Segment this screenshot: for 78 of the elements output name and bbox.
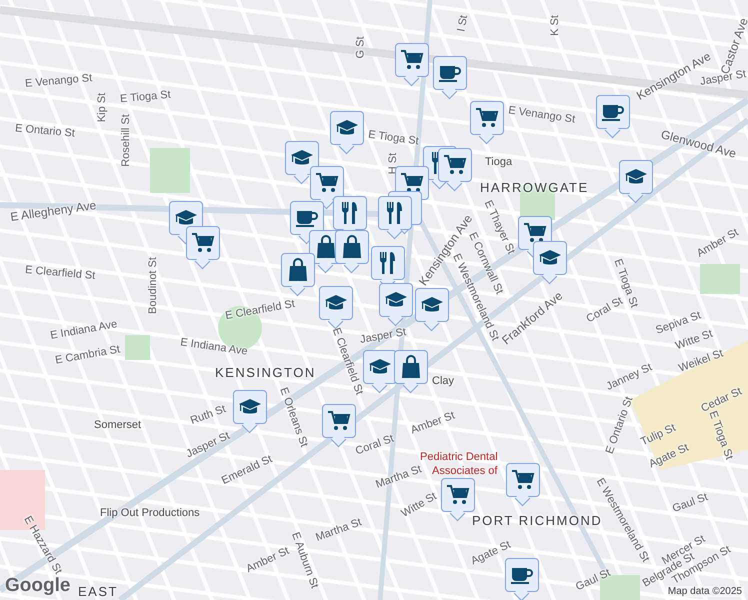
shopping-cart-icon bbox=[315, 172, 339, 194]
map-attribution: Map data ©2025 bbox=[666, 586, 744, 597]
street-label: Amber St bbox=[410, 410, 456, 436]
shopping-cart-icon bbox=[400, 172, 424, 194]
street-label: Jasper St bbox=[359, 327, 408, 346]
graduation-cap-icon bbox=[368, 358, 392, 376]
street-label: E Tioga St bbox=[120, 90, 172, 106]
street-label: Jasper St bbox=[184, 430, 232, 460]
graduation-cap-icon bbox=[384, 291, 408, 309]
street-label: Gaul St bbox=[671, 492, 710, 515]
coffee-cup-icon bbox=[510, 565, 534, 585]
shopping-bag-icon bbox=[400, 355, 422, 379]
street-label: Martha St bbox=[314, 517, 364, 544]
street-label: I St bbox=[456, 14, 470, 33]
graduation-cap-icon bbox=[238, 398, 262, 416]
street-label: E Indiana Ave bbox=[180, 337, 248, 358]
shopping-cart-icon bbox=[475, 107, 499, 129]
place-label: Clay bbox=[432, 376, 454, 387]
street-label: Agate St bbox=[470, 540, 513, 568]
street-label: E Clearfield St bbox=[224, 298, 296, 322]
coffee-cup-icon bbox=[438, 63, 462, 83]
coffee-cup-icon bbox=[601, 102, 625, 122]
street-label: G St bbox=[356, 36, 366, 58]
neighborhood-label: PORT RICHMOND bbox=[472, 514, 602, 527]
park-area bbox=[150, 148, 190, 193]
street-label: Kip St bbox=[97, 92, 108, 122]
street-label: E Clearfield St bbox=[24, 264, 96, 282]
fork-knife-icon bbox=[385, 201, 405, 225]
shopping-cart-icon bbox=[446, 484, 470, 506]
street-label: Coral St bbox=[354, 434, 396, 458]
street-label: E Ontario St bbox=[604, 395, 636, 456]
graduation-cap-icon bbox=[324, 294, 348, 312]
neighborhood-label: EAST bbox=[78, 585, 118, 598]
graduation-cap-icon bbox=[290, 149, 314, 167]
street-label: Boudinot St bbox=[148, 257, 159, 314]
graduation-cap-icon bbox=[538, 249, 562, 267]
place-label: Flip Out Productions bbox=[100, 508, 200, 519]
street-label: E Indiana Ave bbox=[50, 319, 118, 342]
street-label: Witte St bbox=[400, 491, 439, 520]
street-label: K St bbox=[550, 15, 561, 36]
neighborhood-label: KENSINGTON bbox=[215, 366, 316, 379]
street-label: Martha St bbox=[374, 464, 424, 491]
graduation-cap-icon bbox=[420, 296, 444, 314]
place-label: Pediatric Dental bbox=[420, 452, 498, 463]
shopping-cart-icon bbox=[511, 469, 535, 491]
station-label: Tioga bbox=[485, 157, 512, 168]
station-label: Somerset bbox=[94, 420, 142, 431]
shopping-cart-icon bbox=[327, 410, 351, 432]
shopping-cart-icon bbox=[443, 154, 467, 176]
shopping-bag-icon bbox=[287, 258, 309, 282]
fork-knife-icon bbox=[378, 251, 398, 275]
neighborhood-label: HARROWGATE bbox=[480, 181, 589, 194]
park-area bbox=[700, 264, 740, 294]
shopping-cart-icon bbox=[191, 232, 215, 254]
street-label: E Tioga St bbox=[706, 410, 734, 462]
graduation-cap-icon bbox=[335, 119, 359, 137]
shopping-bag-icon bbox=[341, 235, 363, 259]
street-label: Coral St bbox=[584, 296, 625, 326]
street-label: E Ontario St bbox=[14, 123, 76, 140]
street-label: E Venango St bbox=[24, 73, 93, 90]
coffee-cup-icon bbox=[295, 208, 319, 228]
street-label: E Venango St bbox=[508, 105, 576, 126]
shopping-bag-icon bbox=[315, 235, 337, 259]
street-label: Gaul St bbox=[574, 568, 612, 594]
street-label: E Allegheny Ave bbox=[10, 199, 97, 223]
shopping-cart-icon bbox=[523, 222, 547, 244]
google-logo: Google bbox=[5, 575, 70, 597]
fork-knife-icon bbox=[340, 201, 360, 225]
street-label: Ruth St bbox=[189, 404, 228, 427]
street-label: Rosehill St bbox=[120, 114, 132, 167]
park-area bbox=[125, 335, 150, 360]
place-label: Associates of bbox=[432, 466, 498, 477]
street-label: E Orleans St bbox=[277, 386, 309, 449]
graduation-cap-icon bbox=[624, 168, 648, 186]
shopping-cart-icon bbox=[400, 49, 424, 71]
street-label: E Cambria St bbox=[54, 344, 121, 367]
graduation-cap-icon bbox=[174, 209, 198, 227]
street-label: E Tioga St bbox=[367, 130, 420, 148]
